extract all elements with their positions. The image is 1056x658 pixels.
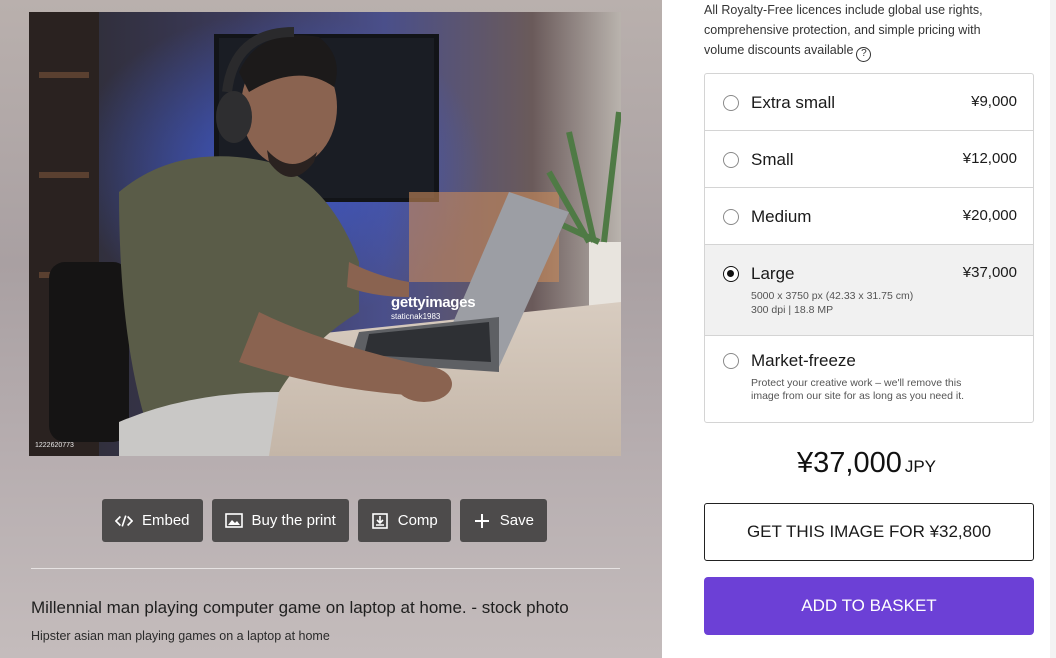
size-dimensions: 5000 x 3750 px (42.33 x 31.75 cm) [751, 290, 914, 302]
photo-illustration [29, 12, 621, 456]
getty-logo: gettyimages [391, 294, 476, 311]
download-icon [371, 512, 389, 530]
purchase-panel: All Royalty-Free licences include global… [662, 0, 1056, 658]
buy-print-label: Buy the print [251, 512, 336, 529]
plus-icon [473, 512, 491, 530]
currency-code: JPY [904, 457, 937, 476]
save-label: Save [499, 512, 534, 529]
market-freeze-description: Protect your creative work – we'll remov… [751, 377, 962, 389]
getty-watermark: gettyimages staticnak1983 [391, 294, 476, 321]
size-option-small[interactable]: Small ¥12,000 [705, 131, 1033, 188]
comp-button[interactable]: Comp [357, 499, 451, 542]
size-name: Extra small [751, 93, 836, 112]
image-actions: Embed Buy the print Comp Save [102, 499, 547, 542]
total-amount: ¥37,000 [797, 447, 902, 479]
size-name: Market-freeze [751, 351, 856, 370]
size-price: ¥12,000 [962, 150, 1017, 167]
image-id: 1222620773 [35, 442, 74, 449]
save-button[interactable]: Save [459, 499, 547, 542]
add-to-basket-button[interactable]: ADD TO BASKET [704, 577, 1034, 635]
radio-button[interactable] [723, 152, 739, 168]
photo-title: Millennial man playing computer game on … [31, 598, 569, 617]
help-icon[interactable]: ? [856, 46, 872, 62]
radio-button-selected[interactable] [723, 266, 739, 282]
buy-print-button[interactable]: Buy the print [211, 499, 349, 542]
photographer-credit: staticnak1983 [391, 312, 441, 321]
size-name: Medium [751, 207, 812, 226]
image-icon [224, 512, 243, 530]
stock-photo[interactable]: gettyimages staticnak1983 1222620773 [29, 12, 621, 456]
licence-note: All Royalty-Free licences include global… [704, 0, 1024, 62]
size-option-large[interactable]: Large ¥37,000 5000 x 3750 px (42.33 x 31… [705, 245, 1033, 336]
size-name: Small [751, 150, 794, 169]
radio-button[interactable] [723, 353, 739, 369]
size-options: Extra small ¥9,000 Small ¥12,000 Medium … [704, 73, 1034, 423]
size-price: ¥9,000 [971, 93, 1017, 110]
size-option-extra-small[interactable]: Extra small ¥9,000 [705, 74, 1033, 131]
size-price: ¥37,000 [962, 264, 1017, 281]
size-price: ¥20,000 [962, 207, 1017, 224]
total-price: ¥37,000 JPY [797, 447, 936, 480]
radio-button[interactable] [723, 209, 739, 225]
divider [31, 568, 620, 569]
size-option-market-freeze[interactable]: Market-freeze Protect your creative work… [705, 336, 1033, 422]
comp-label: Comp [397, 512, 438, 529]
code-icon [115, 512, 133, 530]
embed-button[interactable]: Embed [102, 499, 203, 542]
scrollbar[interactable] [1050, 0, 1056, 658]
radio-button[interactable] [723, 95, 739, 111]
licence-note-text: All Royalty-Free licences include global… [704, 3, 983, 57]
market-freeze-description: image from our site for as long as you n… [751, 390, 965, 402]
size-option-medium[interactable]: Medium ¥20,000 [705, 188, 1033, 245]
image-panel: gettyimages staticnak1983 1222620773 Emb… [0, 0, 662, 658]
embed-label: Embed [142, 512, 190, 529]
get-image-button[interactable]: GET THIS IMAGE FOR ¥32,800 [704, 503, 1034, 561]
photo-description: Hipster asian man playing games on a lap… [31, 629, 330, 643]
size-name: Large [751, 264, 795, 283]
size-resolution: 300 dpi | 18.8 MP [751, 304, 834, 316]
